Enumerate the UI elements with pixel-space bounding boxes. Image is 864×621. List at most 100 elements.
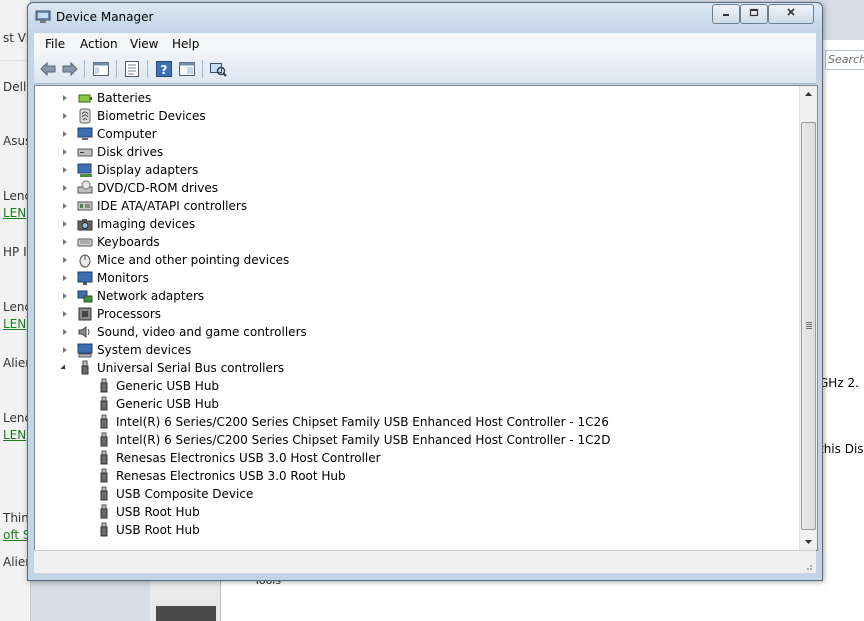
tree-item-label: Generic USB Hub [116, 397, 220, 411]
device-manager-window: Device Manager File Action View Help ? B… [27, 2, 823, 581]
tree-device-item[interactable]: Generic USB Hub [35, 377, 795, 395]
expand-arrow-icon[interactable] [63, 167, 67, 173]
tree-category-batteries[interactable]: Batteries [35, 89, 795, 107]
tree-device-item[interactable]: USB Root Hub [35, 503, 795, 521]
properties-icon[interactable] [123, 60, 141, 78]
tree-category-universal-serial-bus-controllers[interactable]: Universal Serial Bus controllers [35, 359, 795, 377]
menu-view[interactable]: View [130, 37, 158, 51]
expand-arrow-icon[interactable] [63, 347, 67, 353]
tree-category-disk-drives[interactable]: Disk drives [35, 143, 795, 161]
tree-category-display-adapters[interactable]: Display adapters [35, 161, 795, 179]
tree-item-label: System devices [97, 343, 192, 357]
tree-item-label: USB Root Hub [116, 523, 200, 537]
tree-category-keyboards[interactable]: Keyboards [35, 233, 795, 251]
tree-device-item[interactable]: Renesas Electronics USB 3.0 Host Control… [35, 449, 795, 467]
expand-arrow-icon[interactable] [63, 95, 67, 101]
menu-file[interactable]: File [45, 37, 65, 51]
tree-category-processors[interactable]: Processors [35, 305, 795, 323]
bg-left-text: HP I [3, 245, 27, 259]
bg-left-link[interactable]: LEN [3, 428, 26, 442]
tree-item-label: DVD/CD-ROM drives [97, 181, 219, 195]
bg-left-link[interactable]: LEN [3, 317, 26, 331]
tree-item-label: Display adapters [97, 163, 199, 177]
tree-category-computer[interactable]: Computer [35, 125, 795, 143]
view-console-icon[interactable] [178, 60, 196, 78]
usb-device-icon [100, 522, 108, 537]
window-title: Device Manager [56, 10, 154, 24]
tree-category-biometric-devices[interactable]: Biometric Devices [35, 107, 795, 125]
tree-item-label: Generic USB Hub [116, 379, 220, 393]
expand-arrow-icon[interactable] [63, 149, 67, 155]
tree-device-item[interactable]: USB Root Hub [35, 521, 795, 539]
tree-device-item[interactable]: Renesas Electronics USB 3.0 Root Hub [35, 467, 795, 485]
expand-arrow-icon[interactable] [63, 203, 67, 209]
computer-icon [77, 127, 93, 140]
menu-action[interactable]: Action [80, 37, 118, 51]
menu-bar: File Action View Help [34, 33, 816, 56]
tree-category-imaging-devices[interactable]: Imaging devices [35, 215, 795, 233]
expand-arrow-icon[interactable] [63, 131, 67, 137]
toolbar: ? [34, 55, 816, 84]
tree-category-dvd-cd-rom-drives[interactable]: DVD/CD-ROM drives [35, 179, 795, 197]
minimize-button[interactable] [712, 4, 740, 24]
expand-arrow-icon[interactable] [63, 239, 67, 245]
ide-controller-icon [77, 201, 93, 211]
tree-category-monitors[interactable]: Monitors [35, 269, 795, 287]
tree-item-label: Biometric Devices [97, 109, 206, 123]
scroll-down-icon[interactable] [800, 533, 817, 550]
tree-item-label: Renesas Electronics USB 3.0 Host Control… [116, 451, 381, 465]
tree-device-item[interactable]: USB Composite Device [35, 485, 795, 503]
tree-item-label: Imaging devices [97, 217, 196, 231]
expand-arrow-icon[interactable] [63, 311, 67, 317]
mouse-icon [79, 254, 91, 268]
tree-device-item[interactable]: Generic USB Hub [35, 395, 795, 413]
scroll-thumb[interactable] [801, 122, 816, 530]
tree-item-label: Monitors [97, 271, 149, 285]
back-arrow-icon[interactable] [39, 60, 57, 78]
battery-icon [78, 94, 92, 103]
tree-device-item[interactable]: Intel(R) 6 Series/C200 Series Chipset Fa… [35, 413, 795, 431]
tree-category-mice-and-other-pointing-devices[interactable]: Mice and other pointing devices [35, 251, 795, 269]
usb-device-icon [100, 414, 108, 429]
expand-arrow-icon[interactable] [63, 185, 67, 191]
usb-device-icon [100, 486, 108, 501]
bg-left-text: Thin [3, 511, 29, 525]
collapse-arrow-icon[interactable] [60, 364, 68, 372]
tree-item-label: Intel(R) 6 Series/C200 Series Chipset Fa… [116, 415, 609, 429]
show-hide-tree-icon[interactable] [92, 60, 110, 78]
dvd-drive-icon [77, 180, 93, 194]
bg-right-text: GHz 2. [819, 376, 859, 390]
menu-help[interactable]: Help [172, 37, 199, 51]
close-button[interactable] [768, 4, 814, 24]
bg-left-link[interactable]: LEN [3, 206, 26, 220]
tree-category-system-devices[interactable]: System devices [35, 341, 795, 359]
biometric-icon [79, 108, 91, 124]
expand-arrow-icon[interactable] [63, 257, 67, 263]
resize-grip-icon[interactable] [803, 561, 813, 571]
device-manager-icon [35, 10, 51, 23]
tree-item-label: Universal Serial Bus controllers [97, 361, 285, 375]
tree-category-ide-ata-atapi-controllers[interactable]: IDE ATA/ATAPI controllers [35, 197, 795, 215]
minimize-icon [723, 14, 729, 16]
help-icon[interactable]: ? [155, 60, 173, 78]
maximize-button[interactable] [740, 4, 768, 24]
search-input[interactable]: Search [825, 50, 864, 70]
expand-arrow-icon[interactable] [63, 275, 67, 281]
scroll-up-icon[interactable] [800, 86, 817, 103]
title-bar[interactable]: Device Manager [28, 3, 822, 31]
forward-arrow-icon[interactable] [61, 60, 79, 78]
scan-hardware-icon[interactable] [209, 60, 227, 78]
processor-icon [78, 307, 92, 321]
tree-category-sound-video-and-game-controllers[interactable]: Sound, video and game controllers [35, 323, 795, 341]
expand-arrow-icon[interactable] [63, 329, 67, 335]
usb-device-icon [100, 378, 108, 393]
tree-item-label: Keyboards [97, 235, 160, 249]
expand-arrow-icon[interactable] [63, 221, 67, 227]
vertical-scrollbar[interactable] [799, 86, 817, 550]
expand-arrow-icon[interactable] [63, 113, 67, 119]
tree-category-network-adapters[interactable]: Network adapters [35, 287, 795, 305]
tree-item-label: Intel(R) 6 Series/C200 Series Chipset Fa… [116, 433, 611, 447]
tree-device-item[interactable]: Intel(R) 6 Series/C200 Series Chipset Fa… [35, 431, 795, 449]
expand-arrow-icon[interactable] [63, 293, 67, 299]
tree-item-label: Network adapters [97, 289, 205, 303]
